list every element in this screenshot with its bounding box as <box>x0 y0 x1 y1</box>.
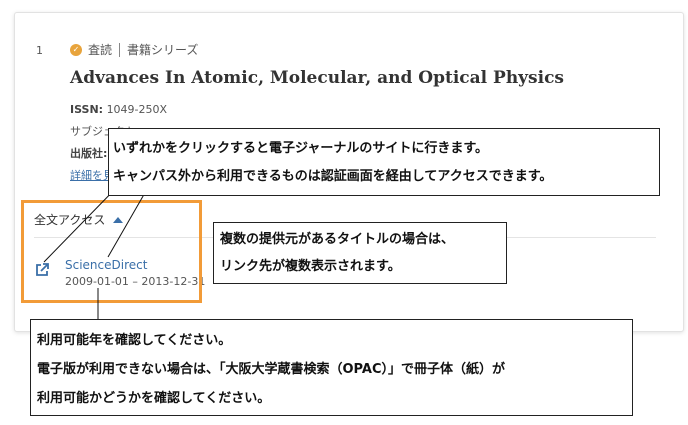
callout-click-link: いずれかをクリックすると電子ジャーナルのサイトに行きます。 キャンパス外から利用… <box>108 128 660 196</box>
callout-multiple-providers: 複数の提供元があるタイトルの場合は、 リンク先が複数表示されます。 <box>213 222 507 284</box>
callout-c1-line2: キャンパス外から利用できるものは認証画面を経由してアクセスできます。 <box>113 169 553 184</box>
callout-check-years: 利用可能年を確認してください。 電子版が利用できない場合は、「大阪大学蔵書検索（… <box>30 319 633 416</box>
callout-c2-line1: 複数の提供元があるタイトルの場合は、 <box>220 232 455 247</box>
callout-c2-line2: リンク先が複数表示されます。 <box>220 259 401 274</box>
callout-c3-line1: 利用可能年を確認してください。 <box>37 333 232 348</box>
callout-c3-line3: 利用可能かどうかを確認してください。 <box>37 391 271 406</box>
callout-c3-line2: 電子版が利用できない場合は、「大阪大学蔵書検索（OPAC）」で冊子体（紙）が <box>37 362 505 377</box>
callout-c1-line1: いずれかをクリックすると電子ジャーナルのサイトに行きます。 <box>113 141 489 156</box>
